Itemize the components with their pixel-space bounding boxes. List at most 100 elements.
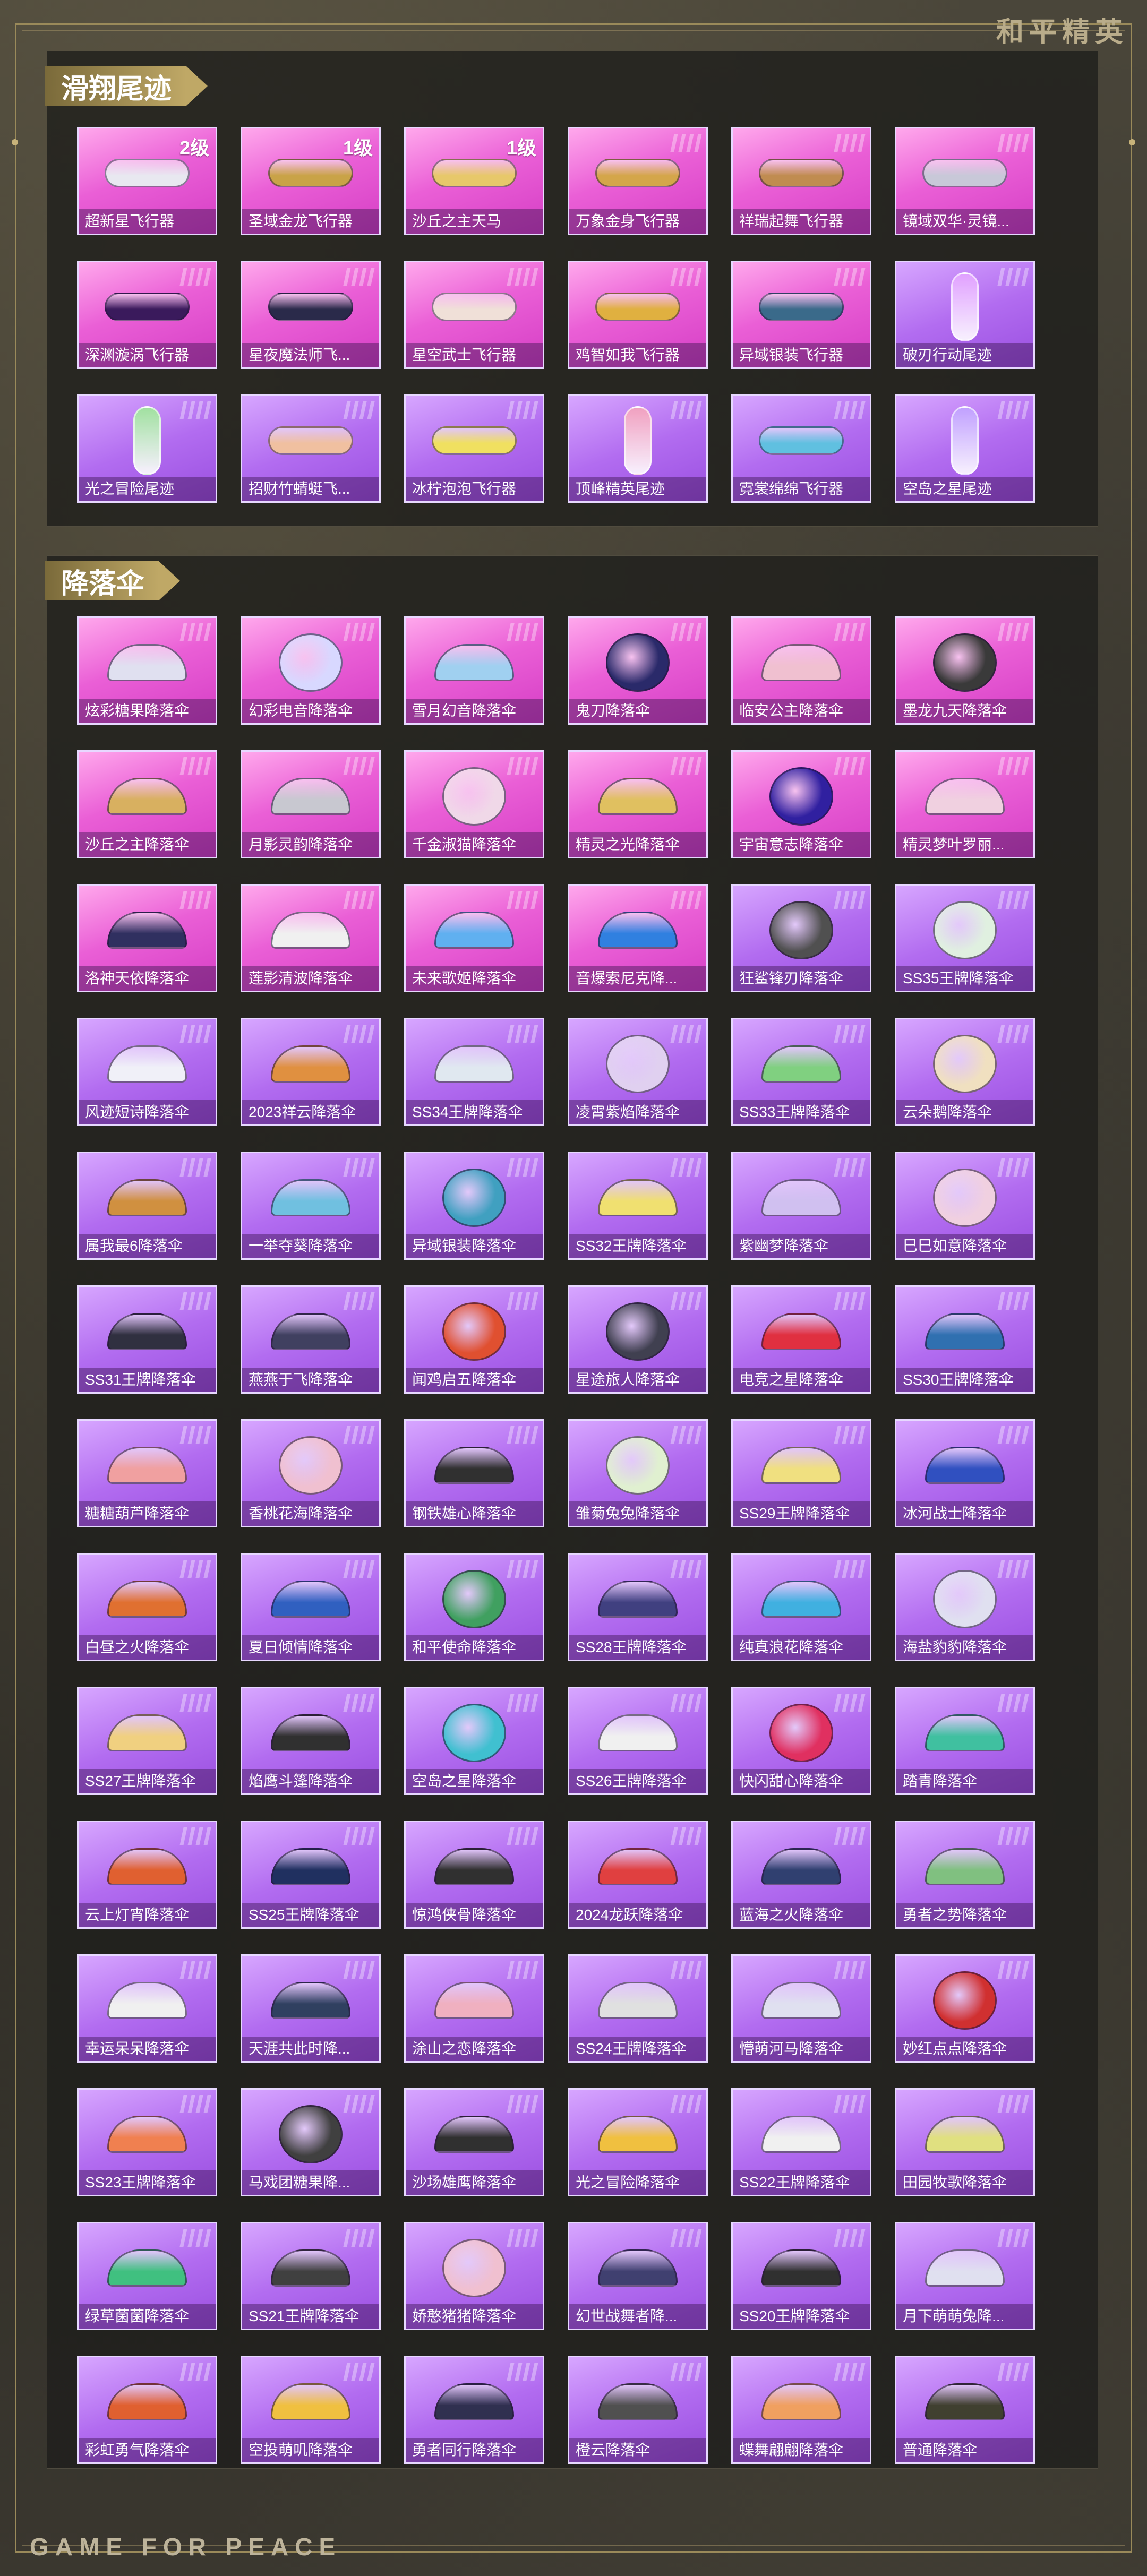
parachute-item-card[interactable]: 海盐豹豹降落伞 <box>895 1553 1035 1661</box>
parachute-item-card[interactable]: 巳巳如意降落伞 <box>895 1152 1035 1260</box>
glider-item-card[interactable]: 镜域双华·灵镜... <box>895 127 1035 235</box>
parachute-item-card[interactable]: 幻世战舞者降... <box>568 2222 708 2330</box>
parachute-item-card[interactable]: 勇者之势降落伞 <box>895 1821 1035 1929</box>
parachute-item-card[interactable]: 夏日倾情降落伞 <box>241 1553 381 1661</box>
parachute-item-card[interactable]: 2023祥云降落伞 <box>241 1018 381 1126</box>
parachute-item-card[interactable]: SS34王牌降落伞 <box>404 1018 544 1126</box>
parachute-item-card[interactable]: 幸运呆呆降落伞 <box>77 1954 217 2063</box>
parachute-item-card[interactable]: SS30王牌降落伞 <box>895 1285 1035 1394</box>
parachute-item-card[interactable]: 和平使命降落伞 <box>404 1553 544 1661</box>
glider-item-card[interactable]: 星空武士飞行器 <box>404 261 544 369</box>
glider-item-card[interactable]: 空岛之星尾迹 <box>895 394 1035 503</box>
parachute-item-card[interactable]: 蓝海之火降落伞 <box>731 1821 871 1929</box>
parachute-item-card[interactable]: 彩虹勇气降落伞 <box>77 2356 217 2464</box>
parachute-item-card[interactable]: SS26王牌降落伞 <box>568 1687 708 1795</box>
parachute-item-card[interactable]: 光之冒险降落伞 <box>568 2088 708 2196</box>
parachute-item-card[interactable]: 音爆索尼克降... <box>568 884 708 992</box>
glider-item-card[interactable]: 招财竹蜻蜓飞... <box>241 394 381 503</box>
parachute-item-card[interactable]: 临安公主降落伞 <box>731 616 871 725</box>
glider-item-card[interactable]: 1级 圣域金龙飞行器 <box>241 127 381 235</box>
parachute-item-card[interactable]: SS35王牌降落伞 <box>895 884 1035 992</box>
glider-item-card[interactable]: 2级 超新星飞行器 <box>77 127 217 235</box>
parachute-item-card[interactable]: 绿草菌菌降落伞 <box>77 2222 217 2330</box>
parachute-item-card[interactable]: SS33王牌降落伞 <box>731 1018 871 1126</box>
glider-item-card[interactable]: 霓裳绵绵飞行器 <box>731 394 871 503</box>
parachute-item-card[interactable]: SS23王牌降落伞 <box>77 2088 217 2196</box>
parachute-item-card[interactable]: SS25王牌降落伞 <box>241 1821 381 1929</box>
parachute-item-card[interactable]: 鬼刀降落伞 <box>568 616 708 725</box>
parachute-item-card[interactable]: 惊鸿侠骨降落伞 <box>404 1821 544 1929</box>
parachute-item-card[interactable]: 云上灯宵降落伞 <box>77 1821 217 1929</box>
parachute-item-card[interactable]: 香桃花海降落伞 <box>241 1419 381 1527</box>
glider-item-card[interactable]: 深渊漩涡飞行器 <box>77 261 217 369</box>
glider-item-card[interactable]: 鸡智如我飞行器 <box>568 261 708 369</box>
parachute-item-card[interactable]: 幻彩电音降落伞 <box>241 616 381 725</box>
parachute-item-card[interactable]: 白昼之火降落伞 <box>77 1553 217 1661</box>
parachute-item-card[interactable]: 炫彩糖果降落伞 <box>77 616 217 725</box>
parachute-item-card[interactable]: 田园牧歌降落伞 <box>895 2088 1035 2196</box>
parachute-item-card[interactable]: SS21王牌降落伞 <box>241 2222 381 2330</box>
parachute-item-card[interactable]: 妙红点点降落伞 <box>895 1954 1035 2063</box>
parachute-item-card[interactable]: 异域银装降落伞 <box>404 1152 544 1260</box>
parachute-item-card[interactable]: 一举夺葵降落伞 <box>241 1152 381 1260</box>
parachute-item-card[interactable]: 钢铁雄心降落伞 <box>404 1419 544 1527</box>
parachute-item-card[interactable]: SS31王牌降落伞 <box>77 1285 217 1394</box>
parachute-item-card[interactable]: 千金淑猫降落伞 <box>404 750 544 858</box>
parachute-item-card[interactable]: 空岛之星降落伞 <box>404 1687 544 1795</box>
glider-item-card[interactable]: 异域银装飞行器 <box>731 261 871 369</box>
parachute-item-card[interactable]: 天涯共此时降... <box>241 1954 381 2063</box>
parachute-item-card[interactable]: 电竞之星降落伞 <box>731 1285 871 1394</box>
glider-item-card[interactable]: 1级 沙丘之主天马 <box>404 127 544 235</box>
parachute-item-card[interactable]: 快闪甜心降落伞 <box>731 1687 871 1795</box>
parachute-item-card[interactable]: 风迹短诗降落伞 <box>77 1018 217 1126</box>
parachute-item-card[interactable]: 沙场雄鹰降落伞 <box>404 2088 544 2196</box>
parachute-item-card[interactable]: SS27王牌降落伞 <box>77 1687 217 1795</box>
parachute-item-card[interactable]: SS29王牌降落伞 <box>731 1419 871 1527</box>
parachute-item-card[interactable]: 精灵梦叶罗丽... <box>895 750 1035 858</box>
parachute-item-card[interactable]: 闻鸡启五降落伞 <box>404 1285 544 1394</box>
parachute-item-card[interactable]: 2024龙跃降落伞 <box>568 1821 708 1929</box>
parachute-item-card[interactable]: 墨龙九天降落伞 <box>895 616 1035 725</box>
glider-item-card[interactable]: 破刃行动尾迹 <box>895 261 1035 369</box>
parachute-item-card[interactable]: 狂鲨锋刃降落伞 <box>731 884 871 992</box>
parachute-item-card[interactable]: 踏青降落伞 <box>895 1687 1035 1795</box>
parachute-item-card[interactable]: 娇憨猪猪降落伞 <box>404 2222 544 2330</box>
parachute-item-card[interactable]: 燕燕于飞降落伞 <box>241 1285 381 1394</box>
parachute-item-card[interactable]: SS20王牌降落伞 <box>731 2222 871 2330</box>
glider-item-card[interactable]: 万象金身飞行器 <box>568 127 708 235</box>
parachute-item-card[interactable]: 月影灵韵降落伞 <box>241 750 381 858</box>
parachute-item-card[interactable]: 紫幽梦降落伞 <box>731 1152 871 1260</box>
parachute-item-card[interactable]: 莲影清波降落伞 <box>241 884 381 992</box>
parachute-item-card[interactable]: 冰河战士降落伞 <box>895 1419 1035 1527</box>
parachute-item-card[interactable]: 普通降落伞 <box>895 2356 1035 2464</box>
parachute-item-card[interactable]: 洛神天依降落伞 <box>77 884 217 992</box>
parachute-item-card[interactable]: 纯真浪花降落伞 <box>731 1553 871 1661</box>
parachute-item-card[interactable]: 月下萌萌兔降... <box>895 2222 1035 2330</box>
parachute-item-card[interactable]: 涂山之恋降落伞 <box>404 1954 544 2063</box>
parachute-item-card[interactable]: 焰鹰斗篷降落伞 <box>241 1687 381 1795</box>
glider-item-card[interactable]: 祥瑞起舞飞行器 <box>731 127 871 235</box>
parachute-item-card[interactable]: 懵萌河马降落伞 <box>731 1954 871 2063</box>
parachute-item-card[interactable]: SS28王牌降落伞 <box>568 1553 708 1661</box>
parachute-item-card[interactable]: 空投萌叽降落伞 <box>241 2356 381 2464</box>
parachute-item-card[interactable]: 蝶舞翩翩降落伞 <box>731 2356 871 2464</box>
glider-item-card[interactable]: 星夜魔法师飞... <box>241 261 381 369</box>
parachute-item-card[interactable]: 未来歌姬降落伞 <box>404 884 544 992</box>
parachute-item-card[interactable]: 沙丘之主降落伞 <box>77 750 217 858</box>
parachute-item-card[interactable]: 精灵之光降落伞 <box>568 750 708 858</box>
parachute-item-card[interactable]: 凌霄紫焰降落伞 <box>568 1018 708 1126</box>
parachute-item-card[interactable]: 糖糖葫芦降落伞 <box>77 1419 217 1527</box>
glider-item-card[interactable]: 光之冒险尾迹 <box>77 394 217 503</box>
parachute-item-card[interactable]: 星途旅人降落伞 <box>568 1285 708 1394</box>
parachute-item-card[interactable]: 云朵鹅降落伞 <box>895 1018 1035 1126</box>
glider-item-card[interactable]: 冰柠泡泡飞行器 <box>404 394 544 503</box>
parachute-item-card[interactable]: 雏菊兔兔降落伞 <box>568 1419 708 1527</box>
parachute-item-card[interactable]: 橙云降落伞 <box>568 2356 708 2464</box>
parachute-item-card[interactable]: SS32王牌降落伞 <box>568 1152 708 1260</box>
parachute-item-card[interactable]: 马戏团糖果降... <box>241 2088 381 2196</box>
parachute-item-card[interactable]: SS22王牌降落伞 <box>731 2088 871 2196</box>
parachute-item-card[interactable]: SS24王牌降落伞 <box>568 1954 708 2063</box>
parachute-item-card[interactable]: 雪月幻音降落伞 <box>404 616 544 725</box>
glider-item-card[interactable]: 顶峰精英尾迹 <box>568 394 708 503</box>
parachute-item-card[interactable]: 勇者同行降落伞 <box>404 2356 544 2464</box>
